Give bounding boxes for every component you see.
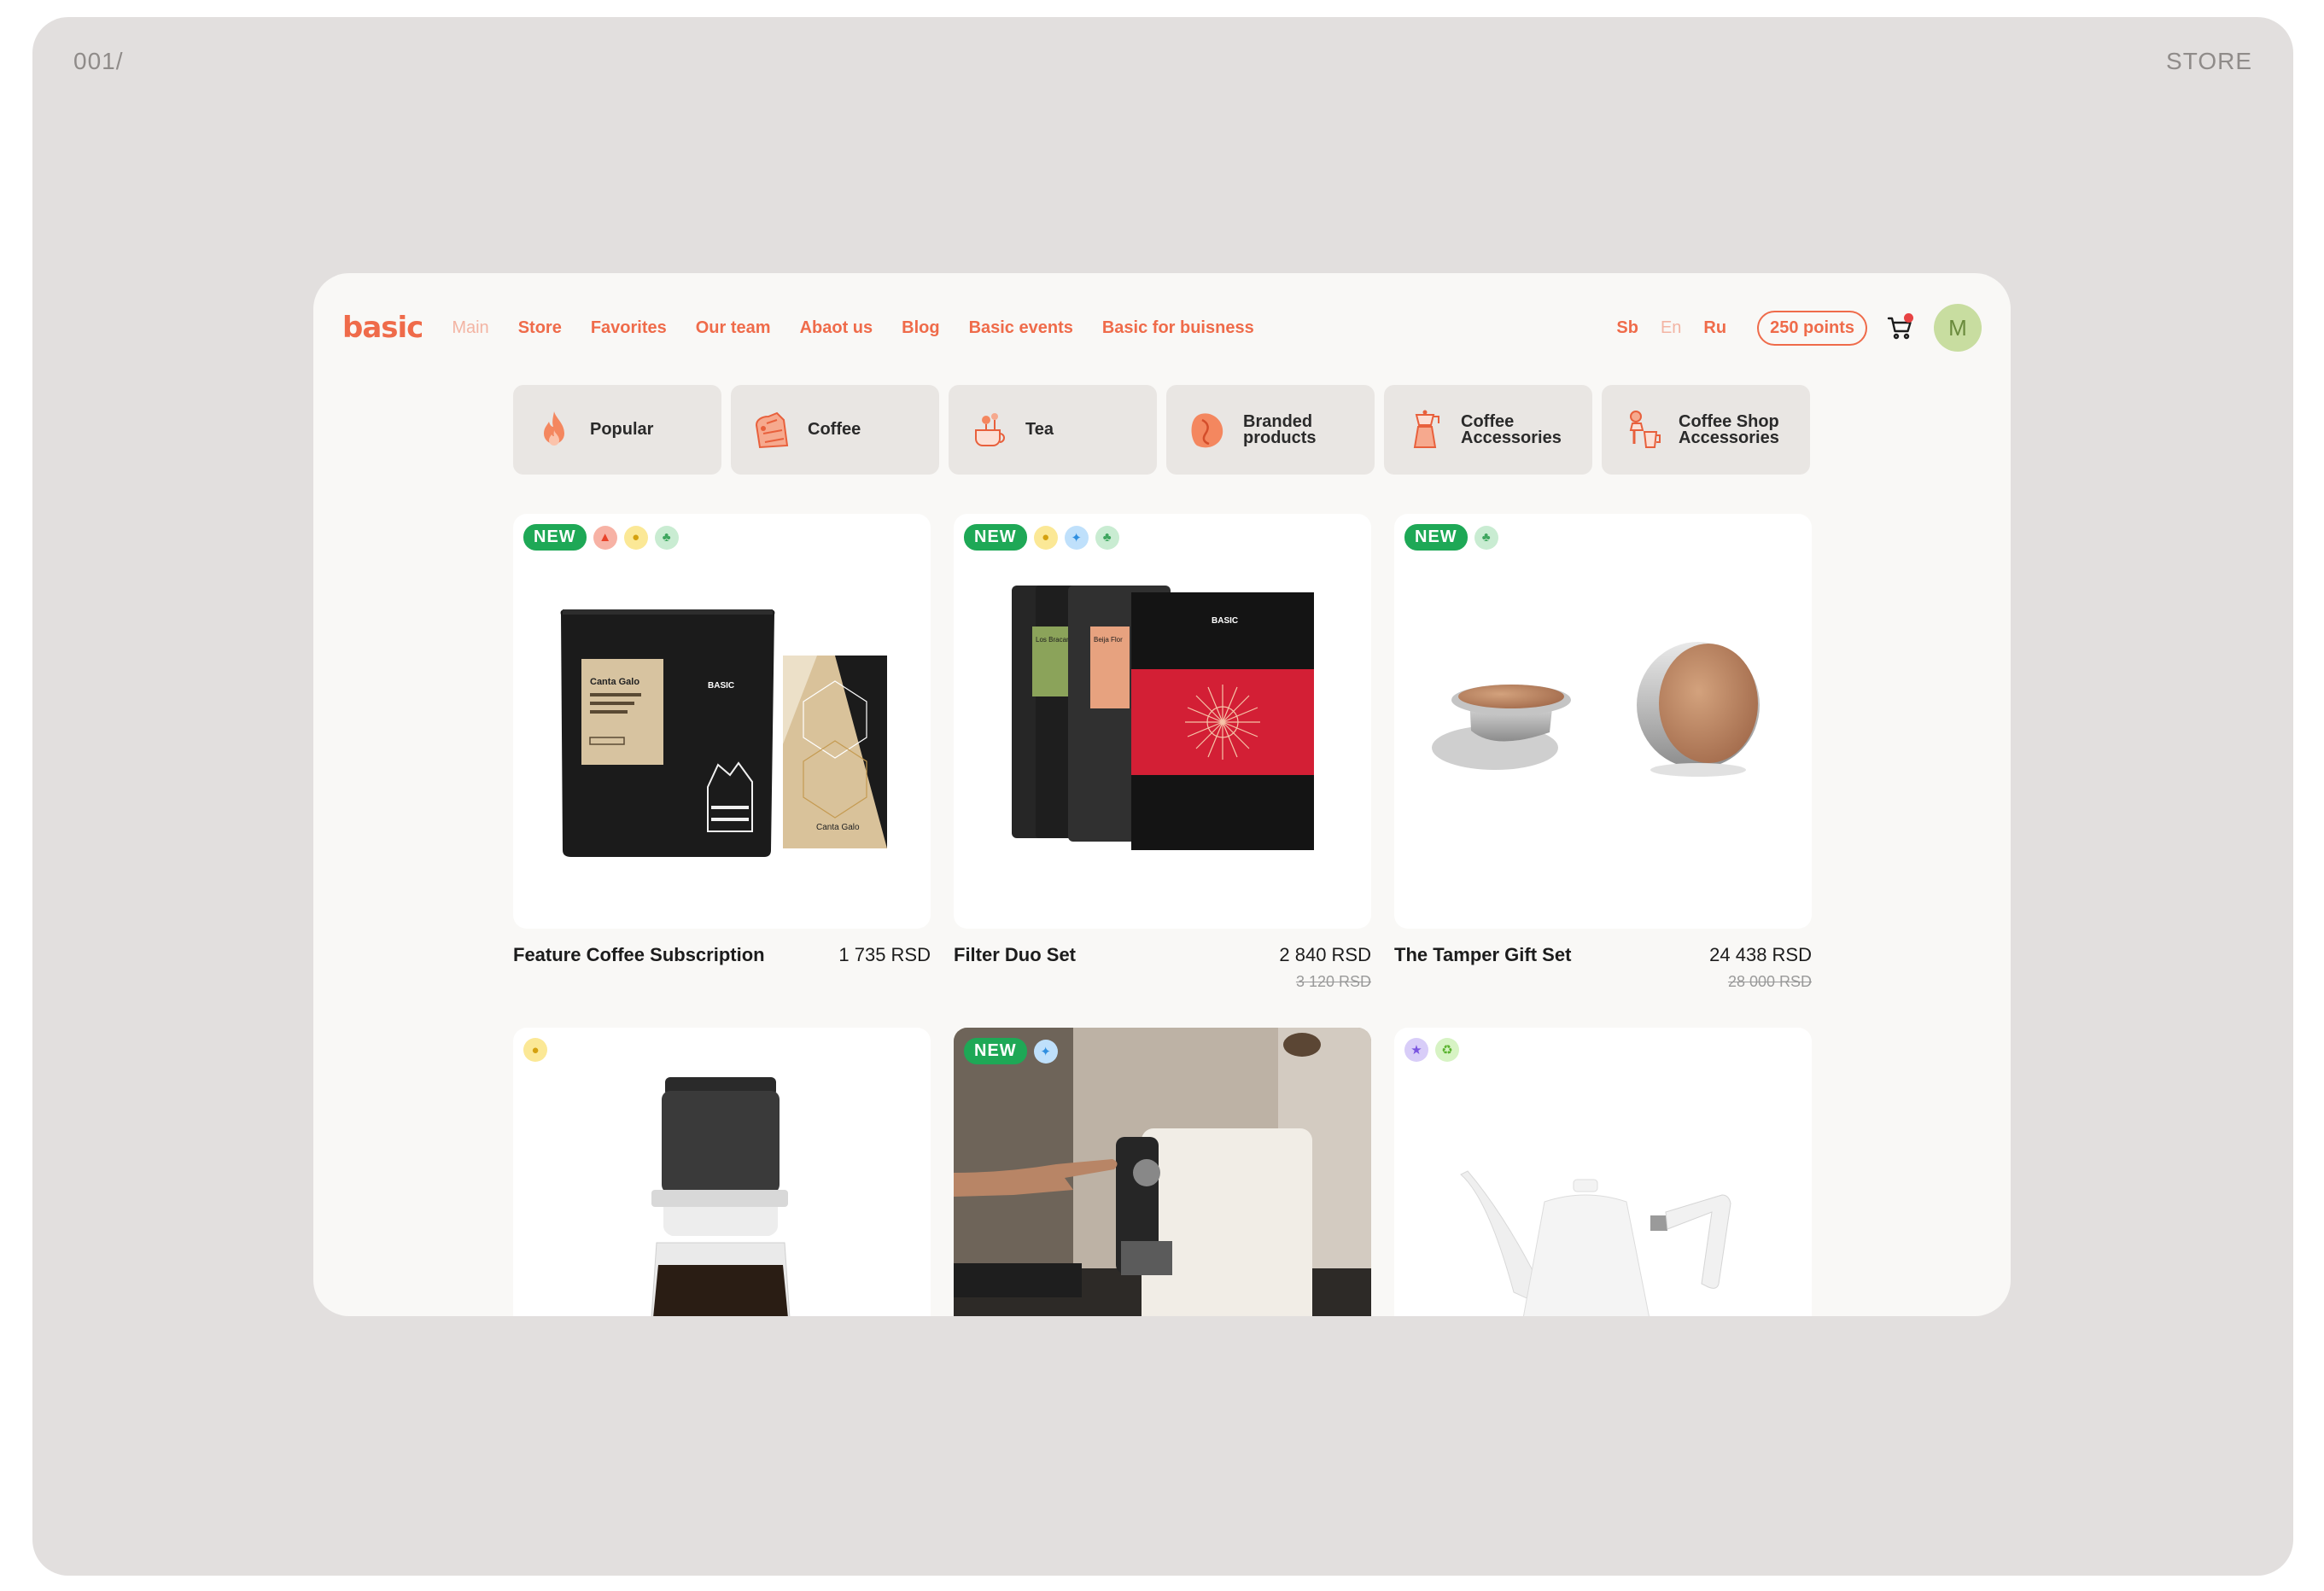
category-label: Coffee Accessories [1461, 411, 1562, 447]
top-nav: basic Main Store Favorites Our team Abao… [342, 299, 1982, 357]
coffee-bag-icon [755, 411, 789, 448]
lang-sb[interactable]: Sb [1616, 318, 1638, 338]
branded-bean-icon [1191, 412, 1223, 447]
thumbs-up-icon: ● [623, 525, 648, 550]
category-popular[interactable]: Popular [513, 385, 721, 475]
points-badge[interactable]: 250 points [1757, 310, 1867, 346]
lightning-icon: ✦ [1033, 1039, 1058, 1064]
nav-link-basic-events[interactable]: Basic events [969, 318, 1073, 338]
cart-icon[interactable] [1886, 313, 1915, 342]
duo-right-label: Beija Flor [1094, 636, 1123, 644]
product-name[interactable]: The Tamper Gift Set [1394, 944, 1571, 966]
product-card-capsule-machine[interactable]: NEW ✦ [954, 1028, 1371, 1316]
category-label: Popular [590, 420, 654, 439]
coffee-bag-image: Canta Galo BASIC Canta Galo [560, 609, 887, 857]
badge-row: ★ ♻ [1404, 1038, 1459, 1062]
nav-link-favorites[interactable]: Favorites [591, 318, 667, 338]
product-card-filter-duo-set[interactable]: NEW ● ✦ ♣ Los Bracamoros Beija Flor BASI… [954, 514, 1371, 929]
nav-link-about-us[interactable]: Abaot us [800, 318, 873, 338]
badge-row: ● [523, 1038, 547, 1062]
category-coffee-accessories[interactable]: Coffee Accessories [1384, 385, 1592, 475]
thumbs-up-icon: ● [1033, 525, 1058, 550]
flame-icon [544, 411, 564, 446]
product-price: 1 735 RSD [838, 944, 931, 965]
category-coffee[interactable]: Coffee [731, 385, 939, 475]
product-price: 24 438 RSD [1709, 944, 1812, 965]
nav-link-main[interactable]: Main [452, 318, 488, 338]
fire-icon: ▲ [593, 525, 617, 550]
avatar[interactable]: M [1934, 304, 1982, 352]
product-name[interactable]: Filter Duo Set [954, 944, 1076, 966]
kettle-image [1460, 1170, 1731, 1316]
nav-link-store[interactable]: Store [518, 318, 562, 338]
board-title: STORE [2166, 48, 2252, 74]
badge-row: NEW ● ✦ ♣ [964, 524, 1119, 551]
badge-row: NEW ♣ [1404, 524, 1498, 551]
crown-icon: ★ [1404, 1038, 1428, 1062]
product-name[interactable]: Feature Coffee Subscription [513, 944, 765, 966]
nav-links: Main Store Favorites Our team Abaot us B… [452, 318, 1253, 338]
product-card-tamper-gift-set[interactable]: NEW ♣ [1394, 514, 1812, 929]
category-branded-products[interactable]: Branded products [1166, 385, 1375, 475]
product-price: 2 840 RSD [1279, 944, 1371, 965]
category-label: Branded products [1243, 411, 1317, 447]
cold-brew-image [651, 1077, 791, 1316]
leaf-icon: ♣ [1474, 525, 1498, 550]
new-badge: NEW [523, 524, 587, 551]
nav-link-blog[interactable]: Blog [902, 318, 939, 338]
category-label: Coffee [808, 420, 861, 439]
cart-notification-dot [1904, 313, 1913, 323]
nav-link-basic-for-business[interactable]: Basic for buisness [1102, 318, 1254, 338]
new-badge: NEW [1404, 524, 1468, 551]
leaf-icon: ♣ [1095, 525, 1119, 550]
filter-duo-set-image: Los Bracamoros Beija Flor BASIC [1012, 586, 1314, 850]
lang-ru[interactable]: Ru [1703, 318, 1726, 338]
grinder-icon [1629, 410, 1661, 448]
lightning-icon: ✦ [1064, 525, 1089, 550]
product-old-price: 3 120 RSD [1295, 973, 1371, 990]
nav-right: Sb En Ru 250 points M [1594, 304, 1982, 352]
new-badge: NEW [964, 1038, 1027, 1064]
lang-en[interactable]: En [1661, 318, 1681, 338]
product-card-cold-brew-maker[interactable]: ● [513, 1028, 931, 1316]
category-label: Coffee Shop Accessories [1679, 411, 1779, 447]
leaf-icon: ♣ [654, 525, 679, 550]
category-coffee-shop-accessories[interactable]: Coffee Shop Accessories [1602, 385, 1810, 475]
box-brand: BASIC [1212, 616, 1238, 626]
badge-row: NEW ✦ [964, 1038, 1058, 1064]
product-old-price: 28 000 RSD [1727, 973, 1812, 990]
category-bar: Popular Coffee Tea Branded products Coff… [513, 385, 1810, 475]
store-window: basic Main Store Favorites Our team Abao… [313, 273, 2011, 1316]
tamper-set-image [1432, 642, 1760, 777]
thumbs-up-icon: ● [523, 1038, 547, 1062]
product-card-kettle[interactable]: ★ ♻ [1394, 1028, 1812, 1316]
nav-link-our-team[interactable]: Our team [696, 318, 771, 338]
capsule-machine-photo [954, 1028, 1371, 1316]
box-label: Canta Galo [816, 823, 860, 832]
new-badge: NEW [964, 524, 1027, 551]
board-number: 001/ [73, 48, 124, 74]
product-card-feature-coffee-subscription[interactable]: NEW ▲ ● ♣ Canta Galo BASIC Canta Galo [513, 514, 931, 929]
category-label: Tea [1025, 420, 1054, 439]
category-tea[interactable]: Tea [949, 385, 1157, 475]
logo[interactable]: basic [342, 311, 423, 345]
sun-burst-pattern [1185, 685, 1260, 760]
bag-label: Canta Galo [590, 677, 639, 687]
teapot-icon [975, 412, 1005, 446]
recycle-icon: ♻ [1435, 1038, 1459, 1062]
badge-row: NEW ▲ ● ♣ [523, 524, 679, 551]
moka-pot-icon [1413, 410, 1439, 448]
bag-brand: BASIC [708, 681, 734, 691]
